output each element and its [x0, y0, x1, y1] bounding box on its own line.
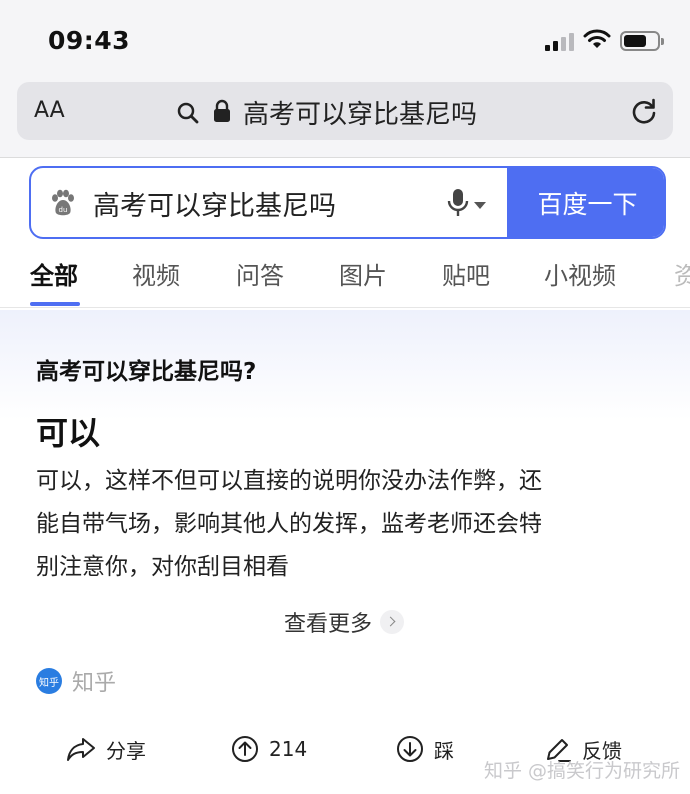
answer-line: 可以，这样不但可以直接的说明你没办法作弊，还 [36, 468, 542, 494]
microphone-icon[interactable] [447, 188, 469, 218]
lock-icon [214, 99, 230, 122]
tab-video[interactable]: 视频 [132, 256, 180, 291]
arrow-up-circle-icon [232, 736, 258, 762]
wifi-icon [583, 29, 611, 48]
battery-icon [620, 31, 664, 51]
answer-card: 高考可以穿比基尼吗? 可以 可以，这样不但可以直接的说明你没办法作弊，还 能自带… [0, 310, 690, 794]
browser-toolbar: AA 高考可以穿比基尼吗 [0, 78, 690, 158]
tab-all[interactable]: 全部 [30, 256, 78, 291]
answer-headline: 可以 [36, 414, 101, 452]
status-bar: 09:43 [0, 0, 690, 78]
url-text: 高考可以穿比基尼吗 [243, 100, 478, 130]
reload-icon[interactable] [630, 98, 658, 126]
watermark: 知乎 @搞笑行为研究所 [484, 760, 681, 782]
search-button[interactable]: 百度一下 [507, 168, 664, 237]
downvote-button[interactable]: 踩 [396, 732, 454, 766]
tab-info-partial[interactable]: 资 [674, 256, 690, 291]
address-bar[interactable]: AA 高考可以穿比基尼吗 [17, 82, 673, 140]
tab-tieba[interactable]: 贴吧 [442, 256, 490, 291]
answer-line: 能自带气场，影响其他人的发挥，监考老师还会特 [36, 511, 542, 537]
see-more-label: 查看更多 [284, 612, 373, 637]
active-tab-indicator [30, 302, 80, 306]
share-label: 分享 [106, 738, 146, 763]
search-query-input[interactable]: 高考可以穿比基尼吗 [93, 184, 336, 223]
downvote-label: 踩 [434, 738, 454, 763]
baidu-paw-icon: du [52, 189, 74, 216]
upvote-button[interactable]: 214 [231, 732, 307, 766]
svg-text:du: du [59, 206, 68, 214]
status-time: 09:43 [48, 26, 131, 55]
zhihu-logo-icon: 知乎 [36, 668, 62, 694]
tab-images[interactable]: 图片 [339, 256, 387, 291]
text-size-button[interactable]: AA [34, 98, 65, 123]
upvote-count: 214 [269, 737, 308, 761]
answer-body: 可以，这样不但可以直接的说明你没办法作弊，还 能自带气场，影响其他人的发挥，监考… [36, 460, 656, 589]
arrow-down-circle-icon [397, 736, 423, 762]
tab-qa[interactable]: 问答 [236, 256, 284, 291]
see-more-link[interactable]: 查看更多 [284, 606, 405, 638]
question-title[interactable]: 高考可以穿比基尼吗? [36, 352, 256, 386]
share-icon [67, 738, 95, 761]
search-icon [177, 102, 199, 124]
search-box[interactable]: du 高考可以穿比基尼吗 百度一下 [29, 166, 666, 239]
source-attribution[interactable]: 知乎 知乎 [36, 666, 116, 696]
search-tabs: 全部 视频 问答 图片 贴吧 小视频 资 [0, 250, 690, 308]
chevron-right-icon [380, 610, 405, 634]
baidu-page: du 高考可以穿比基尼吗 百度一下 全部 视频 问答 图片 贴吧 小视频 资 高… [0, 158, 690, 794]
answer-line: 别注意你，对你刮目相看 [36, 554, 289, 580]
signal-strength-icon [545, 33, 575, 51]
tab-short-video[interactable]: 小视频 [544, 256, 616, 291]
chevron-down-icon[interactable] [474, 202, 486, 209]
share-button[interactable]: 分享 [66, 732, 146, 766]
text-size-label: AA [34, 98, 65, 123]
source-name: 知乎 [72, 671, 117, 696]
